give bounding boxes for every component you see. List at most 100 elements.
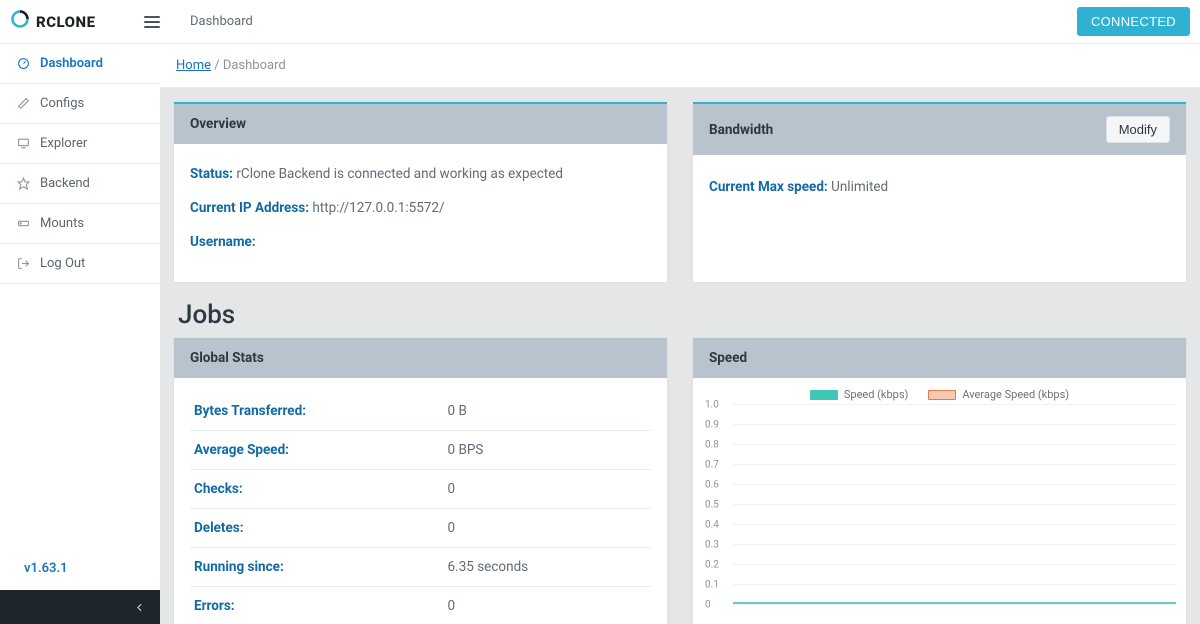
chart-gridline bbox=[733, 464, 1176, 465]
stats-key: Deletes: bbox=[190, 509, 444, 548]
chart-gridline bbox=[733, 444, 1176, 445]
hdd-icon bbox=[16, 217, 30, 230]
sidebar-item-label: Mounts bbox=[40, 216, 84, 231]
global-stats-header: Global Stats bbox=[174, 338, 667, 378]
stats-value: 0 bbox=[444, 470, 651, 509]
stats-value: 0 BPS bbox=[444, 431, 651, 470]
overview-card-header: Overview bbox=[174, 102, 667, 144]
chart-gridline bbox=[733, 544, 1176, 545]
sidebar-item-label: Explorer bbox=[40, 136, 87, 151]
sidebar-item-dashboard[interactable]: Dashboard bbox=[0, 44, 160, 84]
stats-key: Checks: bbox=[190, 470, 444, 509]
legend-speed-label: Speed (kbps) bbox=[844, 388, 909, 401]
speed-card-header: Speed bbox=[693, 338, 1186, 378]
legend-swatch-avg-icon bbox=[928, 390, 956, 400]
stats-row: Bytes Transferred:0 B bbox=[190, 392, 651, 431]
status-value: rClone Backend is connected and working … bbox=[236, 166, 563, 182]
chart-ytick: 0.3 bbox=[705, 540, 719, 551]
ip-label: Current IP Address: bbox=[190, 200, 309, 216]
chart-gridline bbox=[733, 564, 1176, 565]
sidebar-item-explorer[interactable]: Explorer bbox=[0, 124, 160, 164]
version-label: v1.63.1 bbox=[0, 547, 160, 590]
chart-ytick: 0.4 bbox=[705, 520, 719, 531]
logo-text: RCLONE bbox=[36, 13, 96, 31]
maxspeed-value: Unlimited bbox=[831, 179, 888, 195]
sidebar: Dashboard Configs Explorer Backend Mounts Log… bbox=[0, 44, 160, 624]
stats-row: Deletes:0 bbox=[190, 509, 651, 548]
overview-title: Overview bbox=[190, 116, 246, 132]
sidebar-item-mounts[interactable]: Mounts bbox=[0, 204, 160, 244]
speed-title: Speed bbox=[709, 350, 747, 366]
chevron-left-icon bbox=[133, 601, 146, 614]
topbar: RCLONE Dashboard CONNECTED bbox=[0, 0, 1200, 44]
chart-ytick: 0.6 bbox=[705, 480, 719, 491]
star-icon bbox=[16, 177, 30, 190]
speedometer-icon bbox=[16, 57, 30, 70]
sidebar-item-label: Dashboard bbox=[40, 56, 103, 71]
app-logo[interactable]: RCLONE bbox=[10, 9, 130, 34]
global-stats-title: Global Stats bbox=[190, 350, 264, 366]
stats-row: Checks:0 bbox=[190, 470, 651, 509]
stats-row: Errors:0 bbox=[190, 587, 651, 624]
chart-gridline bbox=[733, 524, 1176, 525]
sidebar-item-label: Log Out bbox=[40, 256, 85, 271]
chart-gridline bbox=[733, 604, 1176, 605]
ip-value: http://127.0.0.1:5572/ bbox=[312, 200, 444, 216]
chart-gridline bbox=[733, 504, 1176, 505]
stats-key: Average Speed: bbox=[190, 431, 444, 470]
stats-key: Running since: bbox=[190, 548, 444, 587]
chart-gridline bbox=[733, 584, 1176, 585]
chart-ytick: 0.2 bbox=[705, 560, 719, 571]
chart-ytick: 1.0 bbox=[705, 400, 719, 411]
sidebar-item-label: Backend bbox=[40, 176, 90, 191]
sidebar-item-label: Configs bbox=[40, 96, 84, 111]
monitor-icon bbox=[16, 137, 30, 150]
chart-ytick: 0.8 bbox=[705, 440, 719, 451]
stats-value: 0 bbox=[444, 587, 651, 624]
chart-ytick: 0.1 bbox=[705, 580, 719, 591]
connection-status-button[interactable]: CONNECTED bbox=[1077, 7, 1190, 36]
main-area: Home / Dashboard Overview Status: rClone… bbox=[160, 44, 1200, 624]
sidebar-collapse-button[interactable] bbox=[0, 590, 160, 624]
chart-gridline bbox=[733, 404, 1176, 405]
breadcrumb-current: Dashboard bbox=[223, 58, 286, 73]
stats-row: Average Speed:0 BPS bbox=[190, 431, 651, 470]
stats-value: 0 bbox=[444, 509, 651, 548]
logout-icon bbox=[16, 257, 30, 270]
sidebar-nav: Dashboard Configs Explorer Backend Mounts Log… bbox=[0, 44, 160, 284]
global-stats-table: Bytes Transferred:0 BAverage Speed:0 BPS… bbox=[190, 392, 651, 624]
sidebar-item-log-out[interactable]: Log Out bbox=[0, 244, 160, 284]
chart-ytick: 0.7 bbox=[705, 460, 719, 471]
breadcrumb-home[interactable]: Home bbox=[176, 58, 211, 73]
breadcrumb: Home / Dashboard bbox=[160, 44, 1200, 88]
speed-card: Speed Speed (kbps) Average Speed (kbps) … bbox=[693, 338, 1186, 624]
chart-ytick: 0.5 bbox=[705, 500, 719, 511]
bandwidth-card: Bandwidth Modify Current Max speed: Unli… bbox=[693, 102, 1186, 282]
chart-gridline bbox=[733, 484, 1176, 485]
bandwidth-title: Bandwidth bbox=[709, 122, 773, 138]
maxspeed-label: Current Max speed: bbox=[709, 179, 828, 195]
bandwidth-card-header: Bandwidth Modify bbox=[693, 102, 1186, 155]
edit-icon bbox=[16, 97, 30, 110]
menu-toggle-button[interactable] bbox=[138, 10, 166, 34]
stats-value: 6.35 seconds bbox=[444, 548, 651, 587]
username-label: Username: bbox=[190, 234, 256, 250]
stats-value: 0 B bbox=[444, 392, 651, 431]
chart-legend: Speed (kbps) Average Speed (kbps) bbox=[703, 388, 1176, 401]
global-stats-card: Global Stats Bytes Transferred:0 BAverag… bbox=[174, 338, 667, 624]
stats-key: Bytes Transferred: bbox=[190, 392, 444, 431]
modify-bandwidth-button[interactable]: Modify bbox=[1106, 116, 1170, 143]
sidebar-item-configs[interactable]: Configs bbox=[0, 84, 160, 124]
chart-ytick: 0 bbox=[705, 600, 711, 611]
chart-ytick: 0.9 bbox=[705, 420, 719, 431]
sidebar-item-backend[interactable]: Backend bbox=[0, 164, 160, 204]
legend-avg-label: Average Speed (kbps) bbox=[962, 388, 1069, 401]
stats-row: Running since:6.35 seconds bbox=[190, 548, 651, 587]
speed-chart: 00.10.20.30.40.50.60.70.80.91.0 bbox=[733, 405, 1176, 605]
chart-gridline bbox=[733, 424, 1176, 425]
overview-card: Overview Status: rClone Backend is conne… bbox=[174, 102, 667, 282]
legend-swatch-speed-icon bbox=[810, 390, 838, 400]
stats-key: Errors: bbox=[190, 587, 444, 624]
jobs-section-title: Jobs bbox=[178, 300, 1186, 330]
status-label: Status: bbox=[190, 166, 233, 182]
